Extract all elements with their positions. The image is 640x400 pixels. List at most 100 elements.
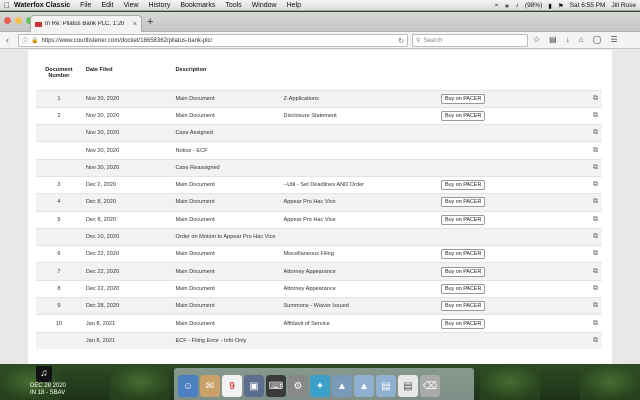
buy-on-pacer-button[interactable]: Buy on PACER — [440, 266, 486, 277]
detail-cell: Z-Applications — [279, 89, 437, 108]
apple-menu-icon[interactable]:  — [0, 1, 14, 10]
date-filed-cell: Dec 22, 2020 — [81, 262, 172, 281]
detail-cell: Appear Pro Hac Vice — [279, 210, 437, 229]
bookmark-star-icon[interactable]: ☆ — [533, 35, 540, 44]
bluetooth-icon[interactable]: ∗ — [504, 2, 509, 10]
wifi-icon[interactable]: ≈ — [495, 2, 499, 9]
contacts-icon[interactable]: ✉ — [200, 375, 220, 397]
hamburger-menu-icon[interactable]: ☰ — [611, 35, 618, 44]
buy-on-pacer-button[interactable]: Buy on PACER — [440, 110, 486, 121]
pacer-cell: Buy on PACER — [436, 297, 569, 315]
detail-cell: --Util - Set Deadlines AND Order — [279, 175, 437, 194]
share-icon[interactable]: ⧉ — [568, 331, 602, 350]
menu-file[interactable]: File — [80, 2, 91, 9]
buy-on-pacer-button[interactable]: Buy on PACER — [440, 301, 486, 312]
share-icon[interactable]: ⧉ — [568, 89, 602, 108]
pacer-cell — [436, 124, 569, 142]
app-store-icon[interactable]: ▲ — [332, 375, 352, 397]
close-tab-icon[interactable]: × — [133, 21, 137, 28]
share-icon[interactable]: ⧉ — [568, 227, 602, 246]
battery-status[interactable]: (98%) — [525, 2, 542, 9]
buy-on-pacer-button[interactable]: Buy on PACER — [440, 180, 486, 191]
document-number-cell — [36, 227, 82, 246]
share-icon[interactable]: ⧉ — [568, 262, 602, 281]
date-filed-cell: Dec 8, 2020 — [81, 193, 172, 212]
date-filed-cell: Nov 20, 2020 — [81, 124, 172, 142]
buy-on-pacer-button[interactable]: Buy on PACER — [440, 283, 486, 294]
date-filed-cell: Dec 10, 2020 — [81, 227, 172, 246]
music-note-icon[interactable]: ♫ — [36, 366, 52, 382]
url-text[interactable]: https://www.courtlistener.com/docket/186… — [42, 38, 213, 44]
share-icon[interactable]: ⧉ — [568, 297, 602, 315]
documents-folder-icon[interactable]: ▤ — [376, 375, 396, 397]
share-icon[interactable]: ⧉ — [568, 314, 602, 333]
description-cell: Main Document — [171, 245, 280, 263]
tab-active[interactable]: In Re: Pilatus Bank PLC, 1:20 × — [30, 15, 142, 32]
date-filed-cell: Nov 30, 2020 — [81, 158, 172, 177]
buy-on-pacer-button[interactable]: Buy on PACER — [440, 214, 486, 225]
buy-on-pacer-button[interactable]: Buy on PACER — [440, 93, 486, 104]
table-row: Nov 20, 2020 Case Assigned ⧉ — [36, 124, 602, 142]
menu-help[interactable]: Help — [287, 2, 301, 9]
menubar-user[interactable]: Jill Rose — [611, 2, 636, 9]
date-filed-cell: Nov 20, 2020 — [81, 141, 172, 160]
menubar-clock[interactable]: Sat 6:55 PM — [570, 2, 606, 9]
buy-on-pacer-button[interactable]: Buy on PACER — [440, 318, 486, 329]
share-icon[interactable]: ⧉ — [568, 141, 602, 160]
preview-icon[interactable]: ▣ — [244, 375, 264, 397]
window-controls — [4, 17, 33, 24]
calendar-icon[interactable]: 9 — [222, 375, 242, 397]
battery-icon[interactable]: ▮ — [548, 2, 552, 10]
menu-edit[interactable]: Edit — [101, 2, 113, 9]
table-row: 8 Dec 22, 2020 Main Document Attorney Appea… — [36, 279, 602, 298]
pacer-cell: Buy on PACER — [436, 89, 569, 108]
trash-icon[interactable]: ⌫ — [420, 375, 440, 397]
volume-icon[interactable]: ♪ — [516, 2, 519, 9]
menu-bookmarks[interactable]: Bookmarks — [180, 2, 215, 9]
share-icon[interactable]: ⧉ — [568, 193, 602, 212]
share-icon[interactable]: ⧉ — [568, 124, 602, 142]
share-icon[interactable]: ⧉ — [568, 210, 602, 229]
reload-icon[interactable]: ↻ — [398, 37, 404, 45]
system-preferences-icon[interactable]: ⚙ — [288, 375, 308, 397]
search-input[interactable]: ⚲ Search — [412, 34, 528, 47]
date-filed-cell: Dec 22, 2020 — [81, 279, 172, 298]
document-number-cell — [36, 141, 82, 160]
lock-icon[interactable]: 🔒 — [31, 37, 38, 44]
buy-on-pacer-button[interactable]: Buy on PACER — [440, 197, 486, 208]
document-number-cell: 9 — [36, 297, 82, 315]
menu-history[interactable]: History — [149, 2, 171, 9]
table-row: Nov 20, 2020 Notice - ECF ⧉ — [36, 141, 602, 160]
new-tab-button[interactable]: + — [147, 16, 153, 28]
library-icon[interactable]: ▤ — [549, 35, 557, 44]
menu-window[interactable]: Window — [252, 2, 277, 9]
download-icon[interactable]: ↓ — [566, 35, 570, 44]
share-icon[interactable]: ⧉ — [568, 245, 602, 263]
flag-icon[interactable]: ⚑ — [558, 2, 564, 10]
close-window-button[interactable] — [4, 17, 11, 24]
description-cell: ECF - Filing Error - Info Only — [171, 331, 280, 350]
share-icon[interactable]: ⧉ — [568, 279, 602, 298]
menu-view[interactable]: View — [124, 2, 139, 9]
pacer-cell: Buy on PACER — [436, 193, 569, 212]
app-name-menu[interactable]: Waterfox Classic — [14, 2, 70, 9]
minimize-window-button[interactable] — [15, 17, 22, 24]
pocket-icon[interactable]: ◯ — [593, 35, 602, 44]
share-icon[interactable]: ⧉ — [568, 175, 602, 194]
back-icon[interactable]: ‹ — [6, 35, 9, 45]
info-icon[interactable]: ⓘ — [22, 36, 28, 45]
waterfox-icon[interactable]: ✦ — [310, 375, 330, 397]
downloads-stack-icon[interactable]: ▤ — [398, 375, 418, 397]
document-number-cell — [36, 331, 82, 350]
buy-on-pacer-button[interactable]: Buy on PACER — [440, 249, 486, 260]
terminal-icon[interactable]: ⌨ — [266, 375, 286, 397]
finder-icon[interactable]: ☺ — [178, 375, 198, 397]
table-header-row: Document Number Date Filed Description — [36, 64, 602, 90]
menu-tools[interactable]: Tools — [225, 2, 241, 9]
share-icon[interactable]: ⧉ — [568, 106, 602, 125]
home-icon[interactable]: ⌂ — [579, 35, 584, 44]
share-icon[interactable]: ⧉ — [568, 158, 602, 177]
url-bar[interactable]: ⓘ 🔒 https://www.courtlistener.com/docket… — [18, 34, 408, 47]
applications-folder-icon[interactable]: ▲ — [354, 375, 374, 397]
toolbar-icons: ☆ ▤ ↓ ⌂ ◯ ☰ — [533, 35, 618, 44]
